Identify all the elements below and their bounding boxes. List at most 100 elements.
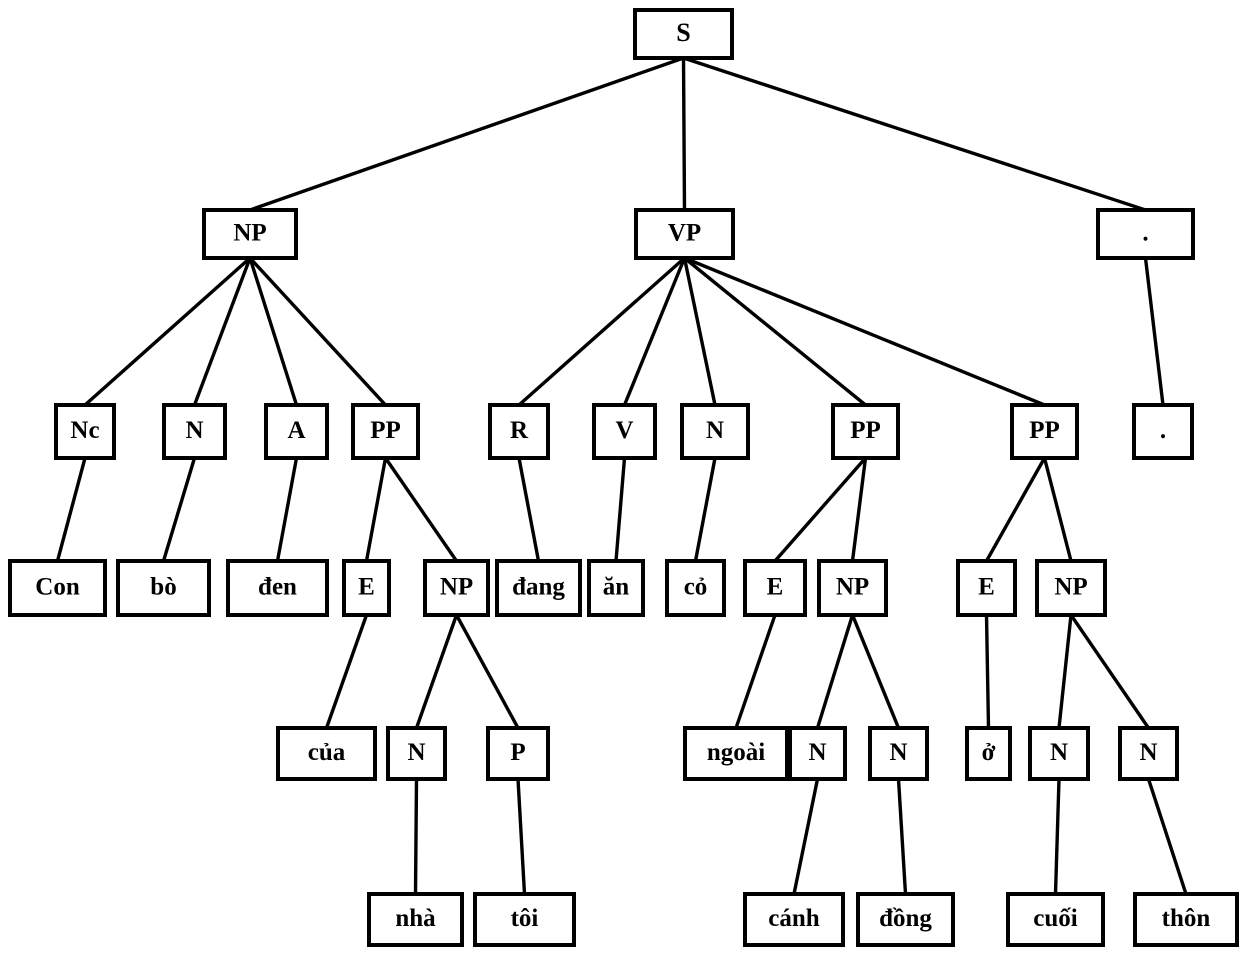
tree-edge-np4-to-n7 — [1069, 614, 1150, 729]
node-label-w_co: cỏ — [684, 574, 708, 601]
node-label-n1: N — [185, 417, 203, 444]
tree-node-np3[interactable]: NP — [817, 559, 888, 617]
tree-node-dot2[interactable]: . — [1132, 403, 1194, 460]
tree-node-v1[interactable]: V — [592, 403, 657, 460]
node-label-np2: NP — [440, 574, 473, 601]
tree-node-s[interactable]: S — [633, 8, 734, 60]
tree-edge-np4-to-n6 — [1057, 614, 1073, 729]
node-label-w_an: ăn — [603, 574, 630, 601]
tree-node-e1[interactable]: E — [342, 559, 391, 617]
node-label-np3: NP — [836, 574, 869, 601]
node-label-n2: N — [706, 417, 724, 444]
tree-node-nc[interactable]: Nc — [54, 403, 116, 460]
tree-edge-nc-to-w_con — [55, 457, 87, 562]
tree-node-pp2[interactable]: PP — [831, 403, 900, 460]
tree-node-w_bo[interactable]: bò — [116, 559, 211, 617]
tree-edge-e2-to-w_ngoai — [734, 614, 777, 729]
tree-node-w_thon[interactable]: thôn — [1133, 892, 1239, 947]
tree-node-a1[interactable]: A — [264, 403, 329, 460]
tree-node-w_an[interactable]: ăn — [587, 559, 645, 617]
tree-node-pp1[interactable]: PP — [351, 403, 420, 460]
tree-node-n3[interactable]: N — [386, 726, 447, 781]
tree-node-pp3[interactable]: PP — [1010, 403, 1079, 460]
tree-node-n5[interactable]: N — [868, 726, 929, 781]
node-label-w_toi: tôi — [511, 905, 539, 932]
tree-node-n4[interactable]: N — [788, 726, 847, 781]
tree-edge-np2-to-p1 — [455, 614, 520, 729]
tree-node-dot1[interactable]: . — [1096, 208, 1195, 260]
node-label-v1: V — [615, 417, 633, 444]
tree-edge-np3-to-n5 — [850, 614, 901, 729]
tree-edge-n3-to-w_nha — [413, 778, 419, 895]
tree-edge-n5-to-w_dong — [896, 778, 908, 895]
tree-edge-a1-to-w_den — [275, 457, 299, 562]
tree-node-n6[interactable]: N — [1028, 726, 1090, 781]
node-label-vp: VP — [668, 220, 701, 247]
tree-node-r1[interactable]: R — [488, 403, 550, 460]
tree-node-e3[interactable]: E — [956, 559, 1017, 617]
tree-node-n7[interactable]: N — [1118, 726, 1179, 781]
node-label-np1: NP — [233, 220, 266, 247]
tree-node-np1[interactable]: NP — [202, 208, 298, 260]
tree-node-w_toi[interactable]: tôi — [473, 892, 576, 947]
node-label-r1: R — [510, 417, 529, 444]
node-label-w_nha: nhà — [395, 905, 436, 932]
tree-edge-n2-to-w_co — [693, 457, 717, 562]
node-label-pp3: PP — [1029, 417, 1060, 444]
tree-edge-np3-to-n4 — [815, 614, 855, 729]
tree-node-w_cua[interactable]: của — [276, 726, 377, 781]
tree-edge-p1-to-w_toi — [516, 778, 527, 895]
tree-node-np4[interactable]: NP — [1035, 559, 1107, 617]
node-label-w_ngoai: ngoài — [707, 739, 765, 766]
tree-edge-n6-to-w_cuoi — [1053, 778, 1061, 895]
node-label-n6: N — [1050, 739, 1068, 766]
tree-edge-n1-to-w_bo — [161, 457, 197, 562]
tree-node-w_den[interactable]: đen — [226, 559, 329, 617]
tree-edge-vp-to-pp3 — [683, 256, 1046, 407]
node-label-n3: N — [407, 739, 425, 766]
tree-node-w_dang[interactable]: đang — [495, 559, 582, 617]
node-label-n5: N — [889, 739, 907, 766]
node-label-w_dong: đồng — [879, 905, 932, 932]
tree-edge-vp-to-v1 — [622, 257, 687, 406]
tree-node-w_nha[interactable]: nhà — [367, 892, 464, 947]
tree-node-w_con[interactable]: Con — [8, 559, 107, 617]
node-label-w_den: đen — [258, 574, 297, 601]
tree-node-w_cuoi[interactable]: cuối — [1006, 892, 1105, 947]
tree-node-w_co[interactable]: cỏ — [665, 559, 726, 617]
node-label-nc: Nc — [70, 417, 99, 444]
node-label-a1: A — [287, 417, 305, 444]
node-label-p1: P — [510, 739, 525, 766]
node-label-s: S — [676, 18, 690, 47]
tree-edge-np1-to-nc — [83, 256, 252, 407]
tree-edge-n4-to-w_canh — [792, 778, 820, 895]
tree-edge-pp2-to-e2 — [773, 456, 867, 563]
tree-node-e2[interactable]: E — [743, 559, 807, 617]
tree-node-np2[interactable]: NP — [423, 559, 490, 617]
edge-layer — [55, 56, 1188, 895]
tree-edge-n7-to-w_thon — [1146, 778, 1188, 895]
tree-node-n1[interactable]: N — [162, 403, 227, 460]
tree-edge-s-to-vp — [681, 57, 687, 211]
node-label-pp2: PP — [850, 417, 881, 444]
tree-node-w_ngoai[interactable]: ngoài — [683, 726, 789, 781]
tree-node-w_o[interactable]: ở — [965, 726, 1012, 781]
tree-edge-v1-to-w_an — [614, 457, 627, 562]
tree-node-vp[interactable]: VP — [634, 208, 735, 260]
tree-edge-dot1-to-dot2 — [1143, 257, 1165, 406]
node-label-e1: E — [358, 574, 375, 601]
tree-edge-np1-to-n1 — [192, 257, 252, 406]
tree-edge-np2-to-n3 — [414, 614, 459, 729]
tree-node-p1[interactable]: P — [486, 726, 550, 781]
parse-tree-diagram: SNP VP .Nc N A PP R V N PP PP .Con bò đen E NP đang ăn cỏ E… — [0, 0, 1240, 954]
tree-edge-pp3-to-e3 — [985, 457, 1046, 562]
tree-node-w_canh[interactable]: cánh — [743, 892, 845, 947]
tree-edge-r1-to-w_dang — [517, 457, 541, 562]
tree-edge-np1-to-a1 — [248, 257, 299, 406]
node-label-w_o: ở — [982, 739, 996, 766]
tree-node-n2[interactable]: N — [680, 403, 750, 460]
tree-node-w_dong[interactable]: đồng — [856, 892, 955, 947]
node-label-n4: N — [808, 739, 826, 766]
tree-edge-e3-to-w_o — [984, 614, 991, 729]
node-label-w_thon: thôn — [1162, 905, 1211, 932]
